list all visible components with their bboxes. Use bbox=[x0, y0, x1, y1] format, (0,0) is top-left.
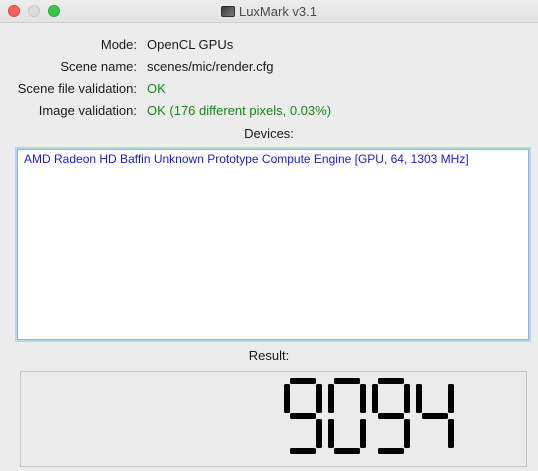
luxmark-app-icon bbox=[220, 6, 235, 17]
result-label: Result: bbox=[248, 348, 290, 363]
info-row-mode: Mode: OpenCL GPUs bbox=[0, 36, 538, 58]
lcd-segment bbox=[334, 448, 360, 454]
result-display bbox=[20, 371, 527, 467]
title-bar[interactable]: LuxMark v3.1 bbox=[0, 0, 538, 23]
result-score-digits bbox=[284, 378, 454, 454]
lcd-segment bbox=[290, 448, 316, 454]
lcd-segment bbox=[334, 378, 360, 384]
lcd-segment bbox=[404, 419, 410, 448]
scene-name-label: Scene name: bbox=[60, 59, 137, 74]
info-row-scene-validation: Scene file validation: OK bbox=[0, 80, 538, 102]
result-score-lcd bbox=[284, 378, 454, 454]
mode-value: OpenCL GPUs bbox=[147, 37, 234, 52]
scene-validation-value: OK bbox=[147, 81, 166, 96]
lcd-segment bbox=[372, 384, 378, 413]
lcd-segment bbox=[328, 384, 334, 413]
lcd-segment bbox=[316, 419, 322, 448]
info-panel: Mode: OpenCL GPUs Scene name: scenes/mic… bbox=[0, 36, 538, 124]
score-digit-3 bbox=[372, 378, 410, 454]
lcd-segment bbox=[360, 419, 366, 448]
lcd-segment bbox=[404, 384, 410, 413]
lcd-segment bbox=[284, 384, 290, 413]
lcd-segment bbox=[378, 378, 404, 384]
luxmark-window: LuxMark v3.1 Mode: OpenCL GPUs Scene nam… bbox=[0, 0, 538, 471]
lcd-segment bbox=[378, 448, 404, 454]
devices-label: Devices: bbox=[244, 126, 294, 141]
lcd-segment bbox=[290, 378, 316, 384]
score-digit-4 bbox=[416, 384, 454, 448]
score-digit-2 bbox=[328, 378, 366, 454]
device-list[interactable]: AMD Radeon HD Baffin Unknown Prototype C… bbox=[17, 149, 529, 340]
lcd-segment bbox=[378, 413, 404, 419]
lcd-segment bbox=[448, 419, 454, 448]
lcd-segment bbox=[290, 413, 316, 419]
lcd-segment bbox=[328, 419, 334, 448]
lcd-segment bbox=[448, 384, 454, 413]
scene-validation-label: Scene file validation: bbox=[17, 81, 137, 96]
info-row-scene-name: Scene name: scenes/mic/render.cfg bbox=[0, 58, 538, 80]
image-validation-label: Image validation: bbox=[38, 103, 137, 118]
lcd-segment bbox=[416, 384, 422, 413]
device-list-item[interactable]: AMD Radeon HD Baffin Unknown Prototype C… bbox=[24, 151, 522, 167]
score-digit-1 bbox=[284, 378, 322, 454]
lcd-segment bbox=[422, 413, 448, 419]
lcd-segment bbox=[360, 384, 366, 413]
lcd-segment bbox=[316, 384, 322, 413]
info-row-image-validation: Image validation: OK (176 different pixe… bbox=[0, 102, 538, 124]
window-title: LuxMark v3.1 bbox=[238, 4, 318, 19]
window-title-group: LuxMark v3.1 bbox=[0, 4, 538, 19]
scene-name-value: scenes/mic/render.cfg bbox=[147, 59, 274, 74]
image-validation-value: OK (176 different pixels, 0.03%) bbox=[147, 103, 332, 118]
mode-label: Mode: bbox=[100, 37, 137, 52]
